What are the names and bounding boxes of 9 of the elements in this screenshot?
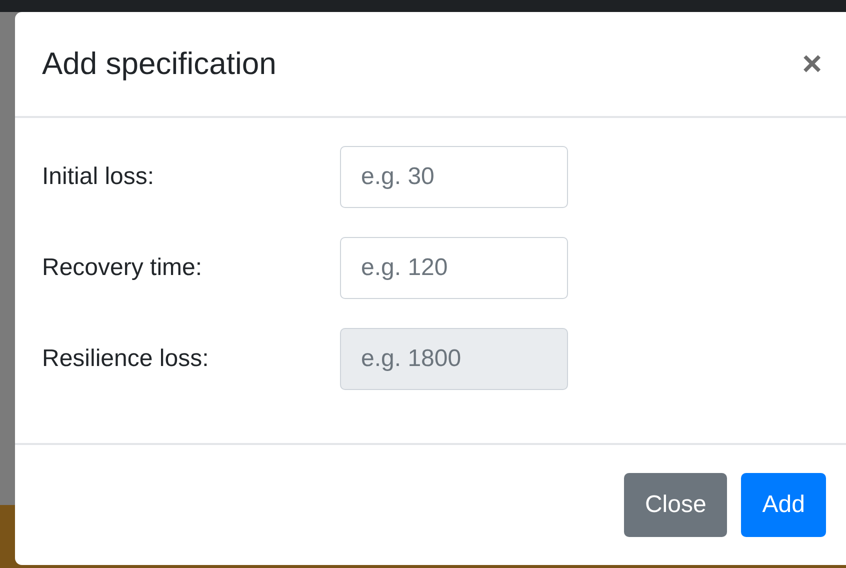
input-field[interactable]: e.g. 120 [340, 237, 568, 299]
field-label: Recovery time: [42, 254, 204, 282]
field-label: Resilience loss: [42, 345, 210, 373]
add-button[interactable]: Add [741, 473, 826, 537]
dialog-title: Add specification [42, 46, 276, 82]
field-label: Initial loss: [42, 163, 156, 191]
input-field[interactable]: e.g. 30 [340, 146, 568, 208]
close-button[interactable]: Close [624, 473, 728, 537]
close-button[interactable]: × [798, 44, 826, 84]
